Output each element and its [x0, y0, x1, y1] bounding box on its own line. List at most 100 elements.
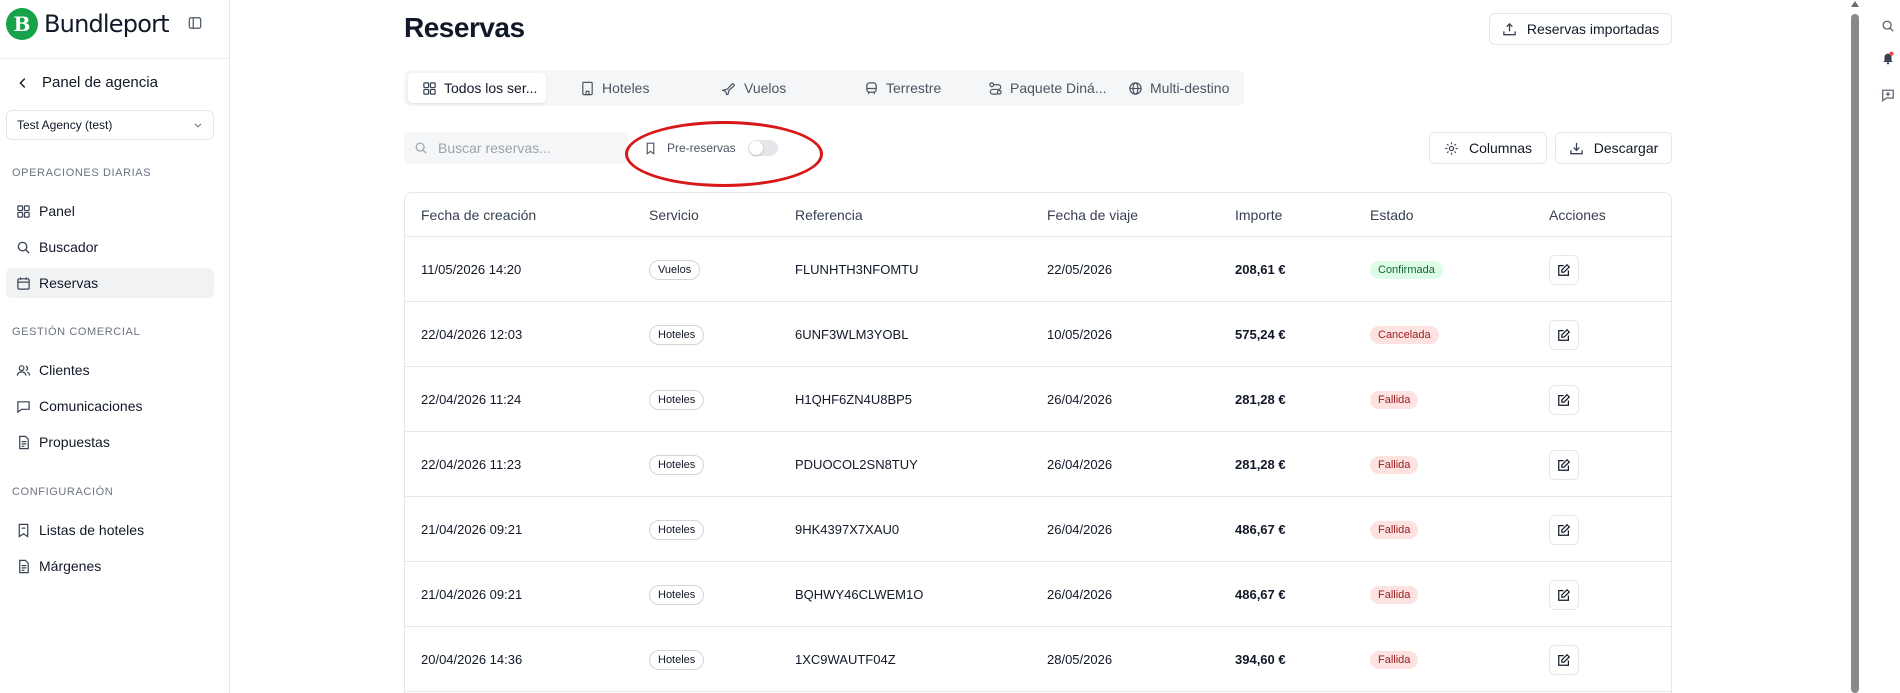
tab-label: Terrestre: [886, 80, 942, 96]
table-row[interactable]: 21/04/2026 09:21 Hoteles BQHWY46CLWEM1O 26/…: [405, 562, 1671, 627]
status-badge: Fallida: [1370, 455, 1419, 474]
table-row[interactable]: 22/04/2026 12:03 Hoteles 6UNF3WLM3YOBL 10/0…: [405, 302, 1671, 367]
cell-status: Fallida: [1370, 367, 1419, 432]
travel-date: 10/05/2026: [1047, 327, 1113, 342]
edit-button[interactable]: [1549, 254, 1579, 285]
column-header-reference[interactable]: Referencia: [795, 207, 863, 223]
cell-reference: H1QHF6ZN4U8BP5: [795, 367, 912, 432]
edit-icon: [1558, 458, 1571, 471]
edit-button[interactable]: [1549, 319, 1579, 350]
sidebar-toggle-icon[interactable]: [188, 16, 202, 30]
cell-service: Hoteles: [649, 497, 705, 562]
sidebar-item-label: Propuestas: [39, 434, 110, 450]
users-icon: [16, 364, 31, 376]
tab-label: Multi-destino: [1150, 80, 1230, 96]
status-badge: Fallida: [1370, 585, 1419, 604]
cell-travel-date: 26/04/2026: [1047, 432, 1112, 497]
cell-status: Fallida: [1370, 432, 1419, 497]
travel-date: 26/04/2026: [1047, 392, 1113, 407]
edit-icon: [1558, 263, 1571, 276]
tab-hoteles[interactable]: Hoteles: [566, 73, 696, 103]
columns-button[interactable]: Columnas: [1429, 132, 1547, 164]
column-header-status[interactable]: Estado: [1370, 207, 1414, 223]
cell-reference: PDUOCOL2SN8TUY: [795, 432, 918, 497]
cell-reference: FLUNHTH3NFOMTU: [795, 237, 919, 302]
sidebar-item-listas-hoteles[interactable]: Listas de hoteles: [6, 515, 214, 545]
created-date: 22/04/2026 11:24: [421, 392, 522, 407]
imported-bookings-button[interactable]: Reservas importadas: [1489, 13, 1672, 45]
tab-label: Todos los ser...: [444, 80, 538, 96]
amount-value: 575,24 €: [1235, 327, 1286, 342]
tab-paquete-dinamico[interactable]: Paquete Diná...: [974, 73, 1112, 103]
travel-date: 22/05/2026: [1047, 262, 1113, 277]
cell-amount: 486,67 €: [1235, 497, 1286, 562]
status-badge: Fallida: [1370, 390, 1419, 409]
calendar-icon: [17, 276, 30, 290]
sidebar-item-reservas[interactable]: Reservas: [6, 268, 214, 298]
prebookings-toggle[interactable]: [747, 140, 778, 156]
cell-status: Fallida: [1370, 627, 1419, 692]
columns-label: Columnas: [1468, 140, 1533, 156]
sidebar-item-propuestas[interactable]: Propuestas: [6, 427, 214, 457]
tab-vuelos[interactable]: Vuelos: [708, 73, 838, 103]
section-label-gestion: GESTIÓN COMERCIAL: [12, 326, 141, 338]
edit-button[interactable]: [1549, 644, 1579, 675]
bell-icon[interactable]: [1881, 51, 1895, 65]
feedback-icon[interactable]: [1881, 88, 1895, 102]
edit-button[interactable]: [1549, 384, 1579, 415]
table-row[interactable]: 11/05/2026 14:20 Vuelos FLUNHTH3NFOMTU 22/0…: [405, 237, 1671, 302]
column-header-actions: Acciones: [1549, 207, 1606, 223]
amount-value: 281,28 €: [1235, 392, 1286, 407]
column-header-created[interactable]: Fecha de creación: [421, 207, 536, 223]
travel-date: 26/04/2026: [1047, 457, 1113, 472]
agency-select[interactable]: Test Agency (test): [6, 110, 214, 140]
brand-name: Bundleport: [44, 10, 170, 38]
table-row[interactable]: 21/04/2026 09:21 Hoteles 9HK4397X7XAU0 26/0…: [405, 497, 1671, 562]
globe-icon: [1129, 81, 1142, 95]
cell-status: Cancelada: [1370, 302, 1439, 367]
edit-button[interactable]: [1549, 579, 1579, 610]
column-header-travel-date[interactable]: Fecha de viaje: [1047, 207, 1138, 223]
bookmark-icon: [646, 142, 655, 155]
edit-button[interactable]: [1549, 514, 1579, 545]
cell-amount: 208,61 €: [1235, 237, 1286, 302]
table-row[interactable]: 22/04/2026 11:24 Hoteles H1QHF6ZN4U8BP5 26/…: [405, 367, 1671, 432]
column-header-service[interactable]: Servicio: [649, 207, 699, 223]
search-icon[interactable]: [1881, 19, 1895, 33]
service-badge: Hoteles: [649, 649, 705, 670]
scroll-up-arrow[interactable]: [1850, 0, 1860, 8]
cell-actions: [1549, 367, 1579, 432]
sidebar-item-panel[interactable]: Panel: [6, 196, 214, 226]
tab-label: Hoteles: [602, 80, 650, 96]
cell-status: Fallida: [1370, 497, 1419, 562]
tab-todos[interactable]: Todos los ser...: [408, 73, 546, 103]
amount-value: 208,61 €: [1235, 262, 1286, 277]
edit-button[interactable]: [1549, 449, 1579, 480]
amount-value: 394,60 €: [1235, 652, 1286, 667]
download-button[interactable]: Descargar: [1555, 132, 1672, 164]
building-icon: [582, 81, 593, 95]
sidebar-item-comunicaciones[interactable]: Comunicaciones: [6, 391, 214, 421]
cell-actions: [1549, 237, 1579, 302]
cell-travel-date: 22/05/2026: [1047, 237, 1112, 302]
reference-code: BQHWY46CLWEM1O: [795, 587, 924, 602]
prebookings-filter[interactable]: Pre-reservas: [644, 132, 778, 164]
cell-created: 22/04/2026 12:03: [421, 302, 522, 367]
tab-multi-destino[interactable]: Multi-destino: [1114, 73, 1240, 103]
scrollbar-thumb[interactable]: [1851, 14, 1859, 693]
reference-code: 9HK4397X7XAU0: [795, 522, 900, 537]
sidebar-item-margenes[interactable]: Márgenes: [6, 551, 214, 581]
sidebar-item-clientes[interactable]: Clientes: [6, 355, 214, 385]
back-to-agency-panel[interactable]: Panel de agencia: [16, 74, 158, 91]
tab-label: Paquete Diná...: [1010, 80, 1107, 96]
brand[interactable]: B Bundleport: [6, 8, 170, 40]
grid-icon: [423, 81, 436, 95]
tab-terrestre[interactable]: Terrestre: [850, 73, 980, 103]
search-input[interactable]: [438, 140, 608, 156]
cell-reference: 6UNF3WLM3YOBL: [795, 302, 908, 367]
sidebar-item-buscador[interactable]: Buscador: [6, 232, 214, 262]
table-row[interactable]: 22/04/2026 11:23 Hoteles PDUOCOL2SN8TUY 26/…: [405, 432, 1671, 497]
table-row[interactable]: 20/04/2026 14:36 Hoteles 1XC9WAUTF04Z 28/05…: [405, 627, 1671, 692]
column-header-amount[interactable]: Importe: [1235, 207, 1282, 223]
cell-travel-date: 28/05/2026: [1047, 627, 1112, 692]
